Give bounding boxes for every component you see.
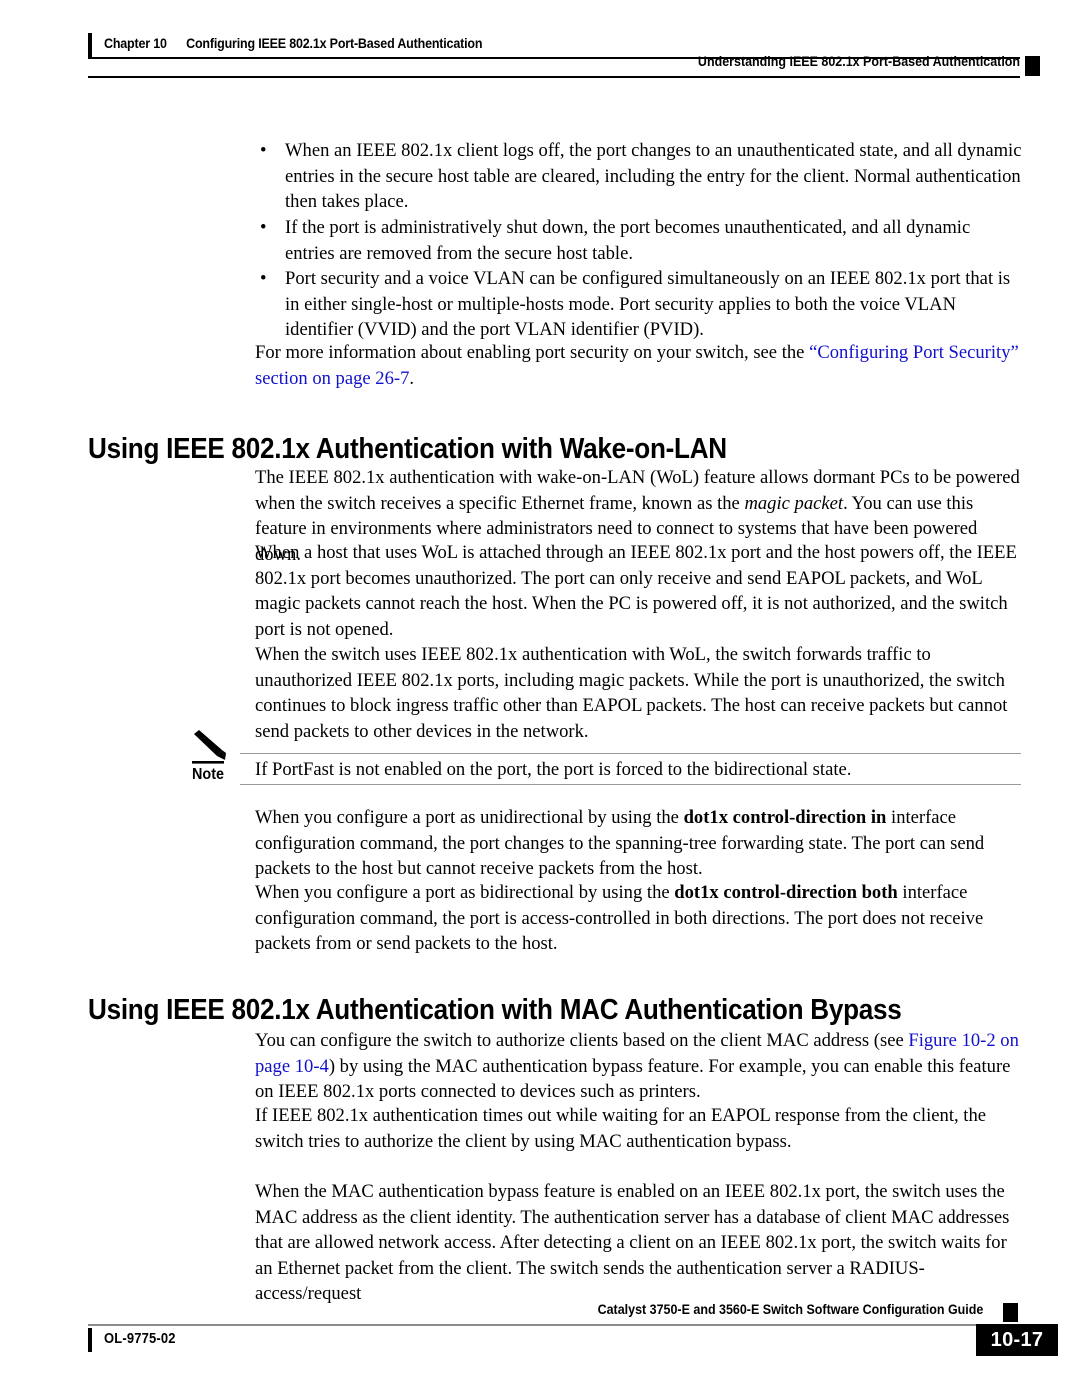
footer-square-marker [1003,1303,1018,1322]
header-square-marker [1025,56,1040,76]
unidirectional-paragraph: When you configure a port as unidirectio… [255,805,1023,882]
list-item: • Port security and a voice VLAN can be … [255,266,1023,343]
wol-paragraph-3: When the switch uses IEEE 802.1x authent… [255,644,1008,742]
dot1x-control-direction-both-command: dot1x control-direction both [674,882,898,903]
note-rule-bottom [240,784,1021,785]
footer-doc-number: OL-9775-02 [104,1331,176,1347]
header-chapter-number: Chapter 10 [104,36,167,52]
footer-left-marker [88,1328,92,1352]
note-rule-top [240,753,1021,754]
footer-page-number: 10-17 [976,1324,1058,1356]
page-title: Using IEEE 802.1x Authentication with Wa… [88,433,727,466]
mab-p1-part2: ) by using the MAC authentication bypass… [255,1055,1011,1103]
list-item: • When an IEEE 802.1x client logs off, t… [255,138,1023,215]
note-label: Note [192,766,225,783]
header-section-title: Understanding IEEE 802.1x Port-Based Aut… [697,54,1020,70]
port-security-xref-paragraph: For more information about enabling port… [255,340,1023,391]
list-item-text: Port security and a voice VLAN can be co… [285,268,1011,341]
mab-p1-part1: You can configure the switch to authoriz… [255,1030,909,1051]
header-chapter-title: Configuring IEEE 802.1x Port-Based Authe… [186,36,483,52]
bullet-marker: • [260,217,267,238]
bullet-marker: • [260,140,267,161]
dot1x-control-direction-in-command: dot1x control-direction in [683,807,887,828]
document-page: Chapter 10 Configuring IEEE 802.1x Port-B… [0,0,1080,1397]
pencil-icon [192,730,236,766]
footer-rule [88,1324,994,1326]
list-item: • If the port is administratively shut d… [255,215,1023,266]
bullet-marker: • [260,268,267,289]
mab-paragraph-3: When the MAC authentication bypass featu… [255,1181,1010,1305]
header-rule-bottom [88,76,1020,78]
page-header: Chapter 10 Configuring IEEE 802.1x Port-B… [0,0,1080,86]
bidirectional-paragraph: When you configure a port as bidirection… [255,880,1023,957]
note-text: If PortFast is not enabled on the port, … [255,759,852,780]
unidirectional-part1: When you configure a port as unidirectio… [255,807,684,828]
mab-paragraph-1: You can configure the switch to authoriz… [255,1028,1023,1105]
magic-packet-term: magic packet [744,492,844,514]
wol-paragraph-2: When a host that uses WoL is attached th… [255,542,1017,640]
xref-lead-in: For more information about enabling port… [255,342,810,363]
footer-guide-title: Catalyst 3750-E and 3560-E Switch Softwa… [597,1302,983,1318]
bidirectional-part1: When you configure a port as bidirection… [255,882,675,903]
xref-trailing: . [409,367,415,389]
page-title-mab: Using IEEE 802.1x Authentication with MA… [88,994,902,1027]
header-left-marker [88,33,92,57]
list-item-text: When an IEEE 802.1x client logs off, the… [285,140,1022,213]
list-item-text: If the port is administratively shut dow… [285,217,971,264]
page-footer: Catalyst 3750-E and 3560-E Switch Softwa… [0,1295,1080,1397]
header-chapter: Chapter 10 Configuring IEEE 802.1x Port-B… [104,36,482,52]
mab-paragraph-2: If IEEE 802.1x authentication times out … [255,1105,986,1152]
